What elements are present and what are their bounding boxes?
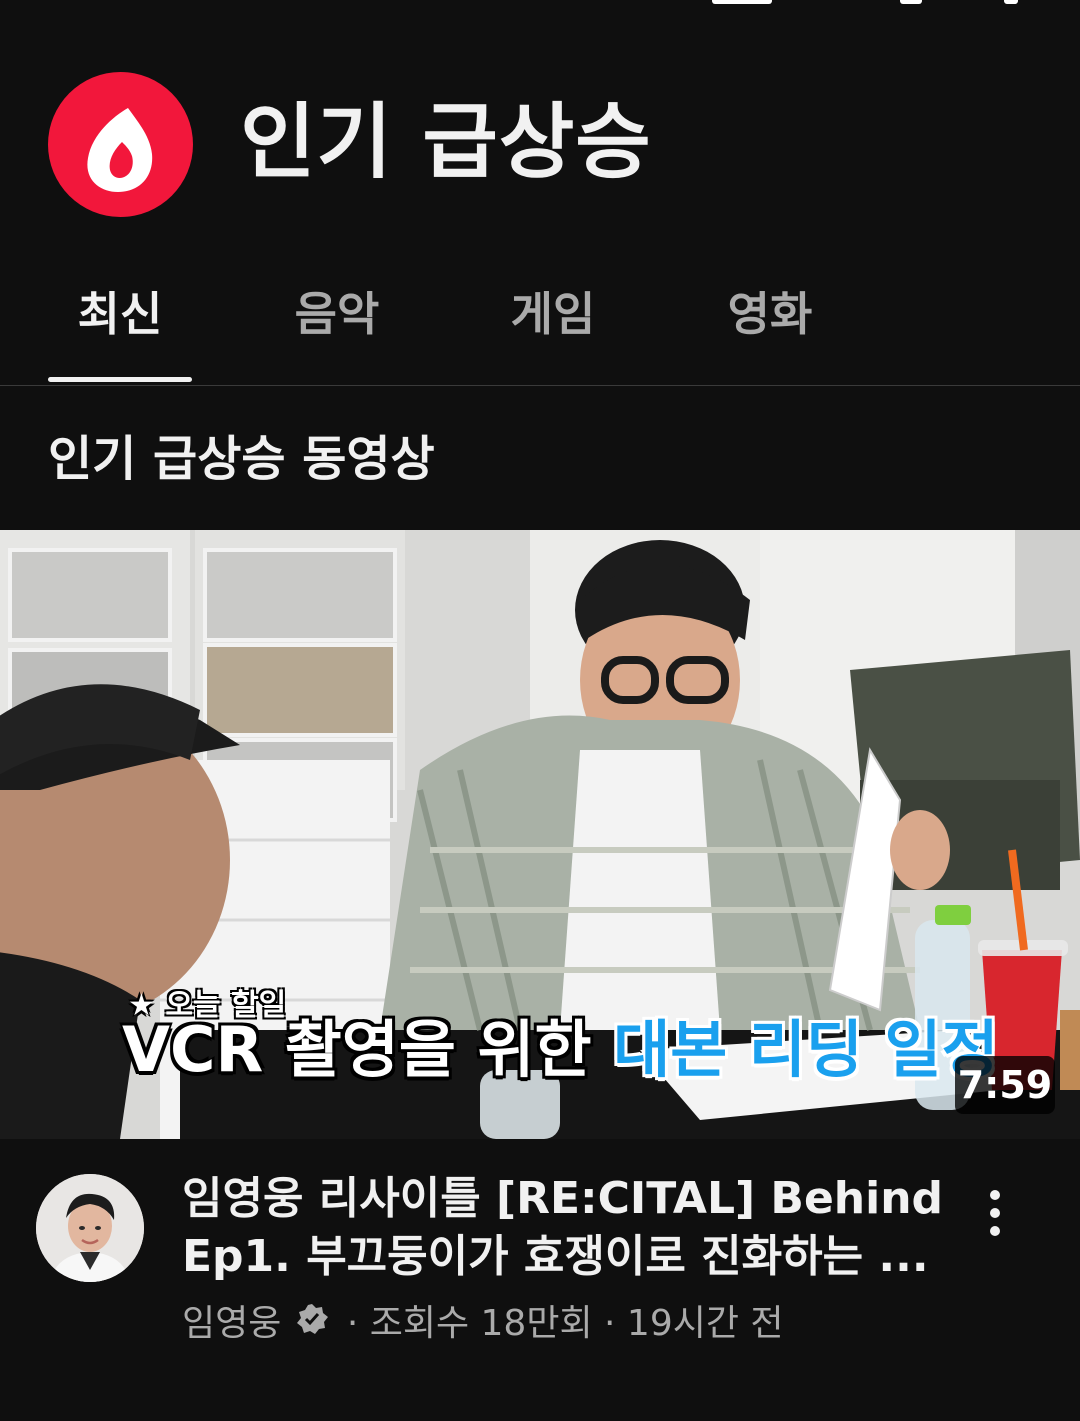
more-dot (990, 1190, 1000, 1200)
category-tabs: 최신 음악 게임 영화 (0, 270, 1080, 386)
tab-gaming[interactable]: 게임 (481, 270, 625, 382)
verified-badge-icon (295, 1297, 329, 1353)
page-header: 인기 급상승 (0, 0, 1080, 260)
tab-label: 최신 (77, 287, 163, 341)
more-vertical-icon[interactable] (968, 1178, 1024, 1248)
thumbnail-caption-part2: 대본 리딩 일정 (613, 1013, 999, 1086)
active-tab-indicator (48, 377, 192, 382)
avatar-portrait (36, 1174, 144, 1282)
tab-music[interactable]: 음악 (265, 270, 409, 382)
more-dot (990, 1208, 1000, 1218)
meta-separator: · (592, 1303, 627, 1344)
page-title: 인기 급상승 (240, 95, 652, 190)
thumbnail-caption-part1: VCR 촬영을 위한 (122, 1013, 614, 1086)
tab-label: 영화 (727, 287, 813, 341)
tab-label: 음악 (294, 287, 380, 341)
video-title-line-2: Ep1. 부끄둥이가 효쟁이로 진화하는 ... (182, 1231, 929, 1282)
view-count: 조회수 18만회 (369, 1303, 593, 1344)
upload-age: 19시간 전 (626, 1303, 784, 1344)
video-title[interactable]: 임영웅 리사이틀 [RE:CITAL] Behind Ep1. 부끄둥이가 효쟁… (182, 1170, 942, 1286)
video-title-line-1: 임영웅 리사이틀 [RE:CITAL] Behind (182, 1173, 942, 1224)
tab-latest[interactable]: 최신 (48, 270, 192, 382)
tab-movies[interactable]: 영화 (698, 270, 842, 382)
trending-page: 인기 급상승 최신 음악 게임 영화 인기 급상승 동영상 ★ 오늘 할일 VC… (0, 0, 1080, 1421)
meta-separator: · (335, 1303, 370, 1344)
trending-flame-icon (48, 72, 193, 217)
thumbnail-caption: VCR 촬영을 위한 대본 리딩 일정 (122, 1010, 999, 1090)
section-title: 인기 급상승 동영상 (48, 431, 435, 487)
more-dot (990, 1226, 1000, 1236)
channel-avatar[interactable] (36, 1174, 144, 1282)
channel-name[interactable]: 임영웅 (182, 1303, 281, 1344)
video-thumbnail[interactable]: ★ 오늘 할일 VCR 촬영을 위한 대본 리딩 일정 (0, 530, 1080, 1139)
video-metadata: 임영웅 · 조회수 18만회 · 19시간 전 (182, 1296, 784, 1353)
video-duration-badge: 7:59 (955, 1056, 1055, 1114)
tab-label: 게임 (510, 287, 596, 341)
